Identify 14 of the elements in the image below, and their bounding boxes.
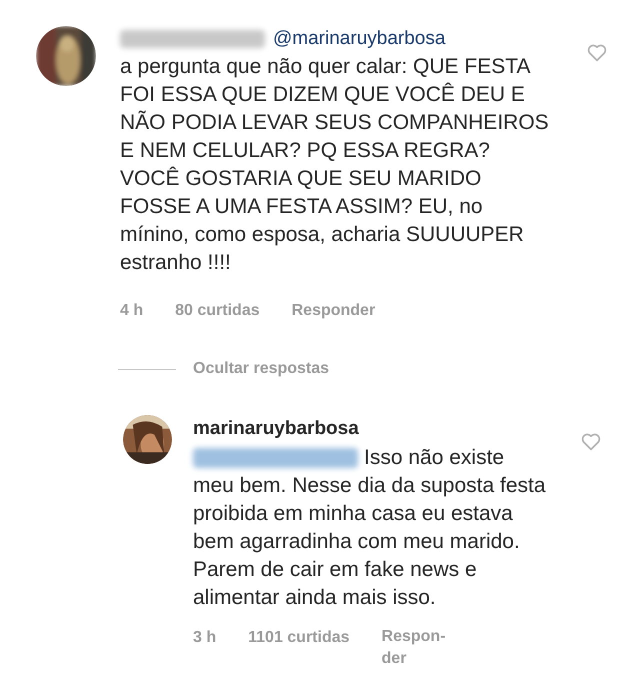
reply-button[interactable]: Respon-der	[382, 626, 457, 670]
heart-icon[interactable]	[587, 44, 607, 62]
likes-link[interactable]: 1101 curtidas	[248, 626, 350, 650]
username[interactable]: marinaruybarbosa	[193, 416, 549, 442]
reply-text: Isso não existe	[364, 445, 504, 471]
reply-button[interactable]: Responder	[292, 299, 376, 323]
likes-link[interactable]: 80 curtidas	[175, 299, 260, 323]
reply-text: meu bem. Nesse dia da suposta festa proibida em minha casa eu estava bem agarradinha com meu marido. Parem de cair em fake news e alimentar ainda mais isso.	[193, 473, 547, 611]
hide-replies-link[interactable]: Ocultar respostas	[193, 357, 330, 381]
heart-icon[interactable]	[581, 433, 601, 451]
comment-time: 4 h	[120, 301, 144, 321]
comment-text: a pergunta que não quer calar: QUE FESTA FOI ESSA QUE DIZEM QUE VOCÊ DEU E NÃO PODIA LEVAR SEUS COMPANHEIROS E NEM CELULAR? PQ ESSA REGRA? VOCÊ GOSTARIA QUE SEU MARIDO FOSSE A UMA FESTA ASSIM? EU, no mínino, como esposa, acharia SUUUUPER estranho !!!!	[120, 54, 550, 276]
mention-link[interactable]: @marinaruybarbosa	[273, 24, 446, 54]
reply-time: 3 h	[193, 628, 216, 648]
